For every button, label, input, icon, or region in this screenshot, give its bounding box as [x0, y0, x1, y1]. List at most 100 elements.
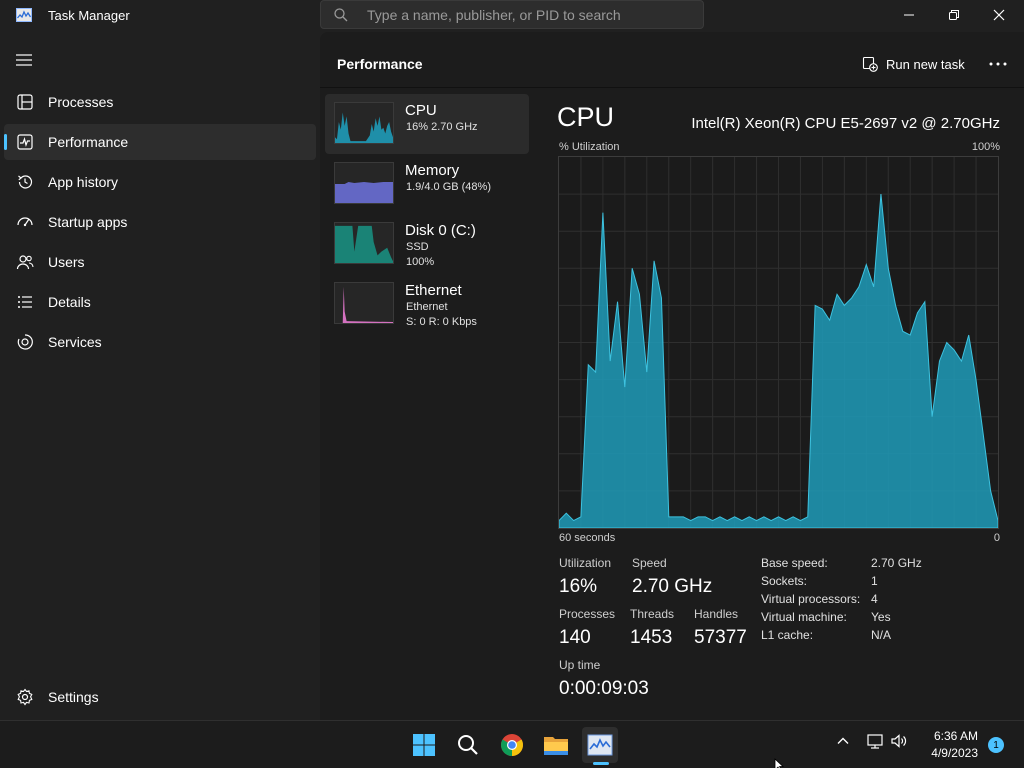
spec-virtual-machine-value: Yes	[871, 610, 891, 624]
device-stat: 1.9/4.0 GB (48%)	[406, 181, 491, 193]
cpu-thumbnail-graph	[334, 102, 394, 144]
spec-virtual-processors-key: Virtual processors:	[761, 592, 861, 606]
spec-virtual-machine-key: Virtual machine:	[761, 610, 847, 624]
taskbar-file-explorer[interactable]	[538, 727, 574, 763]
page-title: Performance	[337, 56, 423, 72]
spec-virtual-processors-value: 4	[871, 592, 878, 606]
mouse-cursor-icon	[774, 758, 784, 768]
sidebar-item-app-history[interactable]: App history	[4, 164, 316, 200]
run-new-task-label: Run new task	[886, 56, 965, 72]
handles-value: 57377	[694, 627, 747, 648]
device-type: SSD	[406, 241, 429, 253]
processes-icon	[17, 94, 33, 110]
sidebar-item-label: Services	[48, 334, 102, 350]
details-icon	[18, 296, 32, 308]
volume-icon[interactable]	[890, 733, 908, 749]
sidebar-item-label: Processes	[48, 94, 114, 110]
performance-icon	[17, 134, 33, 150]
sidebar-item-label: Performance	[48, 134, 129, 150]
sidebar-item-users[interactable]: Users	[4, 244, 316, 280]
speed-label: Speed	[632, 556, 667, 570]
handles-label: Handles	[694, 607, 739, 621]
axis-max-label: 100%	[971, 141, 1000, 153]
device-disk[interactable]: Disk 0 (C:) SSD 100%	[325, 214, 529, 274]
sidebar-item-label: Startup apps	[48, 214, 128, 230]
sidebar-item-label: Users	[48, 254, 85, 270]
task-manager-icon	[16, 8, 32, 22]
utilization-label: Utilization	[559, 556, 612, 570]
settings-label: Settings	[48, 689, 99, 705]
maximize-button[interactable]	[931, 0, 977, 30]
device-name: Ethernet	[405, 282, 462, 299]
active-app-indicator	[593, 762, 609, 765]
history-icon	[18, 175, 33, 189]
windows-start-icon	[413, 734, 435, 756]
uptime-value: 0:00:09:03	[559, 678, 649, 699]
start-button[interactable]	[406, 727, 442, 763]
task-manager-icon	[587, 734, 613, 756]
close-icon	[993, 9, 1005, 21]
startup-icon	[17, 217, 33, 227]
device-name: CPU	[405, 102, 437, 119]
device-stat: 16% 2.70 GHz	[406, 121, 478, 133]
more-icon	[989, 62, 1007, 66]
clock-time[interactable]: 6:36 AM	[926, 729, 978, 743]
cpu-heading: CPU	[557, 102, 615, 132]
search-box[interactable]	[320, 0, 704, 29]
device-name: Memory	[405, 162, 460, 179]
minimize-button[interactable]	[886, 0, 932, 30]
disk-thumbnail-graph	[334, 222, 394, 264]
sidebar-item-label: App history	[48, 174, 119, 190]
chevron-up-icon[interactable]	[836, 734, 850, 748]
hamburger-menu-icon[interactable]	[14, 52, 34, 68]
search-icon	[334, 8, 348, 22]
clock-date[interactable]: 4/9/2023	[920, 746, 978, 760]
sidebar-item-label: Details	[48, 294, 91, 310]
spec-sockets-key: Sockets:	[761, 574, 808, 588]
gear-icon	[17, 688, 33, 706]
header-divider	[320, 87, 1024, 88]
time-axis-label: 60 seconds	[559, 532, 616, 544]
spec-sockets-value: 1	[871, 574, 878, 588]
device-stat: S: 0 R: 0 Kbps	[406, 316, 477, 328]
sidebar-item-services[interactable]: Services	[4, 324, 316, 360]
network-icon[interactable]	[866, 733, 884, 749]
uptime-label: Up time	[559, 658, 601, 672]
device-stat: 100%	[406, 256, 435, 268]
sidebar-item-settings[interactable]: Settings	[4, 679, 316, 715]
sidebar-item-startup-apps[interactable]: Startup apps	[4, 204, 316, 240]
taskbar-task-manager[interactable]	[582, 727, 618, 763]
taskbar-search-button[interactable]	[450, 727, 486, 763]
sidebar-item-performance[interactable]: Performance	[4, 124, 316, 160]
spec-l1-cache-value: N/A	[871, 628, 892, 642]
device-type: Ethernet	[406, 301, 448, 313]
more-options-button[interactable]	[984, 52, 1012, 76]
device-ethernet[interactable]: Ethernet Ethernet S: 0 R: 0 Kbps	[325, 274, 529, 340]
taskbar: 6:36 AM 4/9/2023 1	[0, 720, 1024, 768]
close-button[interactable]	[976, 0, 1022, 30]
notification-badge[interactable]: 1	[988, 737, 1004, 753]
chrome-icon	[501, 734, 523, 756]
threads-label: Threads	[630, 607, 675, 621]
services-icon	[17, 334, 33, 350]
spec-base-speed-key: Base speed:	[761, 556, 828, 570]
threads-value: 1453	[630, 627, 673, 648]
sidebar-item-details[interactable]: Details	[4, 284, 316, 320]
search-icon	[458, 735, 478, 755]
restore-icon	[949, 10, 959, 20]
utilization-value: 16%	[559, 576, 598, 597]
title-bar: Task Manager	[0, 0, 1024, 32]
sidebar-item-processes[interactable]: Processes	[4, 84, 316, 120]
taskbar-chrome[interactable]	[494, 727, 530, 763]
active-indicator	[4, 134, 7, 150]
time-axis-zero: 0	[993, 532, 1000, 544]
run-new-task-button[interactable]: Run new task	[862, 52, 965, 76]
processes-label: Processes	[559, 607, 616, 621]
cpu-model: Intel(R) Xeon(R) CPU E5-2697 v2 @ 2.70GH…	[691, 115, 1000, 132]
search-input[interactable]	[367, 6, 687, 24]
device-memory[interactable]: Memory 1.9/4.0 GB (48%)	[325, 154, 529, 214]
ethernet-thumbnail-graph	[334, 282, 394, 324]
minimize-icon	[904, 14, 914, 16]
users-icon	[16, 255, 34, 270]
device-cpu[interactable]: CPU 16% 2.70 GHz	[325, 94, 529, 154]
